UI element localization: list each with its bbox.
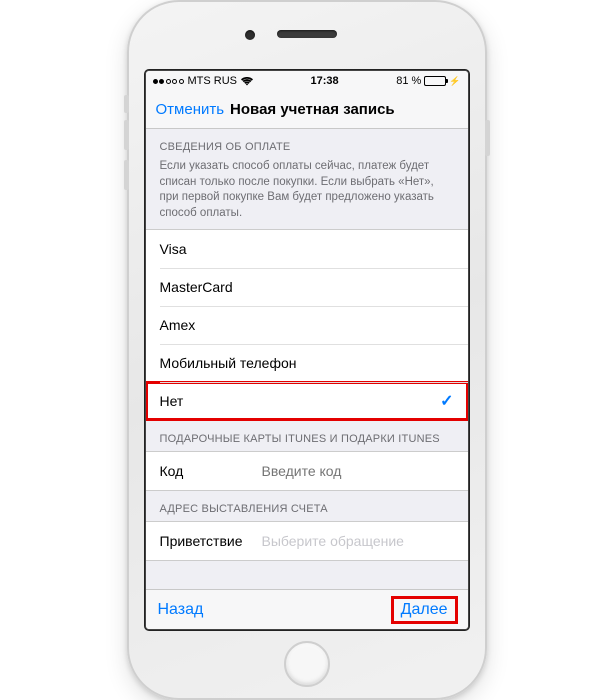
status-left: MTS RUS — [153, 75, 254, 87]
screen: MTS RUS 17:38 81 % ⚡ Отменить Новая учет… — [145, 70, 469, 630]
phone-speaker — [277, 30, 337, 38]
giftcard-list: Код — [146, 451, 468, 491]
billing-salutation-row[interactable]: Приветствие Выберите обращение — [146, 522, 468, 560]
signal-strength-icon — [153, 79, 184, 84]
wifi-icon — [241, 77, 253, 86]
phone-frame: MTS RUS 17:38 81 % ⚡ Отменить Новая учет… — [127, 0, 487, 700]
carrier-label: MTS RUS — [188, 75, 238, 87]
payment-option-visa[interactable]: Visa — [146, 230, 468, 268]
next-button[interactable]: Далее — [393, 598, 456, 622]
bottom-bar: Назад Далее — [146, 589, 468, 629]
status-bar: MTS RUS 17:38 81 % ⚡ — [146, 71, 468, 91]
content-scroll[interactable]: СВЕДЕНИЯ ОБ ОПЛАТЕ Если указать способ о… — [146, 129, 468, 589]
giftcard-code-input[interactable] — [252, 463, 454, 479]
giftcard-section-header: ПОДАРОЧНЫЕ КАРТЫ ITUNES И ПОДАРКИ ITUNES — [146, 421, 468, 451]
payment-option-label: Нет — [160, 393, 184, 409]
billing-salutation-label: Приветствие — [160, 533, 252, 549]
battery-percent: 81 % — [396, 75, 421, 87]
battery-icon — [424, 76, 446, 86]
payment-option-label: Visa — [160, 241, 187, 257]
phone-mute-switch — [124, 95, 129, 113]
payment-option-label: Amex — [160, 317, 196, 333]
billing-list: Приветствие Выберите обращение — [146, 521, 468, 561]
payment-option-none[interactable]: Нет ✓ — [146, 382, 468, 420]
payment-option-mastercard[interactable]: MasterCard — [146, 268, 468, 306]
giftcard-code-row[interactable]: Код — [146, 452, 468, 490]
payment-section-description: Если указать способ оплаты сейчас, плате… — [146, 159, 468, 229]
checkmark-icon: ✓ — [440, 391, 453, 411]
phone-volume-up — [124, 120, 129, 150]
payment-option-mobile[interactable]: Мобильный телефон — [146, 344, 468, 382]
payment-option-label: Мобильный телефон — [160, 355, 297, 371]
payment-options-list: Visa MasterCard Amex Мобильный телефон Н… — [146, 229, 468, 421]
phone-volume-down — [124, 160, 129, 190]
payment-section-header: СВЕДЕНИЯ ОБ ОПЛАТЕ — [146, 129, 468, 159]
nav-bar: Отменить Новая учетная запись — [146, 91, 468, 129]
back-button[interactable]: Назад — [158, 601, 204, 619]
giftcard-code-label: Код — [160, 463, 252, 479]
billing-section-header: АДРЕС ВЫСТАВЛЕНИЯ СЧЕТА — [146, 491, 468, 521]
payment-option-label: MasterCard — [160, 279, 233, 295]
cancel-button[interactable]: Отменить — [156, 101, 225, 118]
billing-salutation-value: Выберите обращение — [252, 533, 454, 549]
phone-power-button — [485, 120, 490, 156]
home-button[interactable] — [284, 641, 330, 687]
phone-camera — [245, 30, 255, 40]
status-time: 17:38 — [311, 75, 339, 87]
page-title: Новая учетная запись — [230, 101, 395, 118]
status-right: 81 % ⚡ — [396, 75, 460, 87]
charging-icon: ⚡ — [449, 76, 460, 87]
payment-option-amex[interactable]: Amex — [146, 306, 468, 344]
